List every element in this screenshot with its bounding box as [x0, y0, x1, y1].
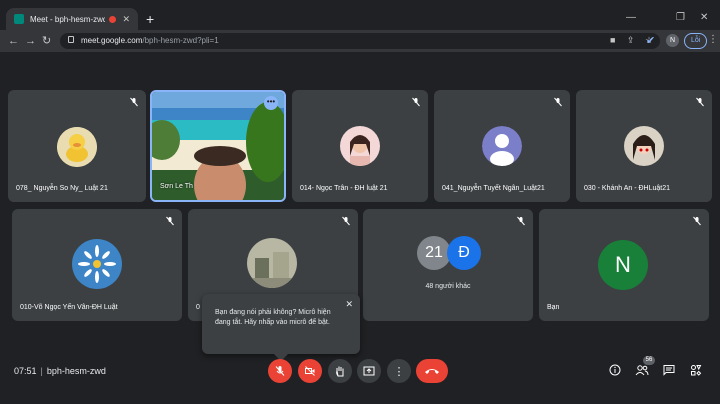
close-tab-icon[interactable]: ✕	[122, 14, 130, 25]
info-icon	[609, 364, 621, 376]
self-tile[interactable]: N Bạn	[539, 209, 709, 321]
activities-button[interactable]	[688, 362, 704, 378]
camera-in-use-icon[interactable]: ■	[610, 35, 615, 45]
end-call-icon	[425, 369, 439, 374]
raise-hand-button[interactable]	[328, 359, 352, 383]
restore-window-icon[interactable]: ❐	[676, 12, 685, 23]
mic-off-icon	[517, 216, 525, 226]
participant-name: 078_ Nguyễn So Ny_ Luật 21	[16, 185, 108, 192]
participant-name: 030 - Khánh An - ĐHLuật21	[584, 185, 671, 192]
participant-avatar	[340, 126, 380, 166]
recording-dot-icon	[109, 15, 117, 23]
participant-tile[interactable]: 041_Nguyễn Tuyết Ngân_Luật21	[434, 90, 570, 202]
extension-icon[interactable]: ✔	[646, 34, 655, 48]
meeting-separator: |	[40, 366, 43, 376]
chat-icon	[663, 365, 675, 376]
participant-name: 041_Nguyễn Tuyết Ngân_Luật21	[442, 185, 545, 192]
meeting-details-button[interactable]	[607, 362, 623, 378]
participant-tile[interactable]: 010-Võ Ngọc Yến Vân-ĐH Luật	[12, 209, 182, 321]
participant-name: 014- Ngọc Trân - ĐH luật 21	[300, 185, 388, 192]
mic-off-icon	[412, 97, 420, 107]
participant-name: Bạn	[547, 304, 560, 311]
mic-off-icon	[275, 366, 285, 376]
camera-off-icon	[305, 366, 315, 376]
reload-icon[interactable]: ↻	[42, 34, 51, 48]
participant-tile[interactable]: 014- Ngọc Trân - ĐH luật 21	[292, 90, 428, 202]
share-icon[interactable]: ⇪	[627, 35, 635, 46]
participant-avatar	[624, 126, 664, 166]
close-window-icon[interactable]: ✕	[700, 12, 708, 23]
people-icon	[635, 365, 649, 376]
browser-tab-strip: Meet - bph-hesm-zwd ✕ + — ❐ ✕	[0, 0, 720, 30]
toast-message: Bạn đang nói phải không? Micrô hiện đang…	[215, 309, 331, 326]
participant-tile[interactable]: 030 - Khánh An - ĐHLuật21	[576, 90, 712, 202]
participant-tile[interactable]: 078_ Nguyễn So Ny_ Luật 21	[8, 90, 146, 202]
others-letter-avatar: Đ	[447, 236, 481, 270]
participant-tile-speaking[interactable]: ••• Sơn Le Th	[150, 90, 286, 202]
back-arrow-icon[interactable]: ←	[8, 34, 19, 48]
browser-toolbar: ← → ↻ meet.google.com/bph-hesm-zwd?pli=1…	[0, 30, 720, 52]
meet-favicon-icon	[14, 14, 24, 24]
more-options-icon[interactable]: •••	[264, 96, 278, 110]
chat-button[interactable]	[661, 362, 677, 378]
mic-off-icon	[342, 216, 350, 226]
default-person-icon	[482, 126, 522, 166]
url-text: meet.google.com/bph-hesm-zwd?pli=1	[81, 36, 219, 45]
meeting-time: 07:51	[14, 366, 37, 376]
new-tab-button[interactable]: +	[146, 12, 154, 26]
profile-photo-icon	[624, 126, 664, 166]
address-bar[interactable]: meet.google.com/bph-hesm-zwd?pli=1 ■ ⇪ ☆	[60, 33, 660, 49]
leave-call-button[interactable]	[416, 359, 448, 383]
duck-image-icon	[57, 127, 97, 167]
browser-menu-icon[interactable]: ⋮	[708, 34, 718, 45]
flower-image-icon	[72, 239, 122, 289]
mic-off-icon	[696, 97, 704, 107]
meeting-code: bph-hesm-zwd	[46, 366, 106, 376]
participant-avatar	[247, 238, 297, 288]
close-toast-icon[interactable]: ✕	[345, 299, 353, 309]
forward-arrow-icon[interactable]: →	[25, 34, 36, 48]
url-host: meet.google.com	[81, 36, 143, 45]
mic-toggle-button[interactable]	[268, 359, 292, 383]
participant-name: 0	[196, 304, 200, 311]
browser-tab[interactable]: Meet - bph-hesm-zwd ✕	[6, 8, 138, 30]
participant-name: 010-Võ Ngọc Yến Vân-ĐH Luật	[20, 304, 118, 311]
participant-avatar	[57, 127, 97, 167]
others-count-label: 48 người khác	[425, 283, 471, 290]
mic-off-icon	[554, 97, 562, 107]
more-vert-icon: ⋮	[393, 365, 405, 378]
people-count-badge: 56	[643, 356, 655, 365]
others-count-avatar: 21	[417, 236, 451, 270]
participant-name: Sơn Le Th	[160, 183, 193, 190]
camera-toggle-button[interactable]	[298, 359, 322, 383]
profile-photo-icon	[340, 126, 380, 166]
present-screen-icon	[363, 366, 375, 376]
lock-icon	[68, 36, 74, 43]
hand-icon	[336, 366, 344, 377]
mic-off-icon	[693, 216, 701, 226]
participant-avatar	[482, 126, 522, 166]
error-button[interactable]: Lỗi	[684, 33, 708, 49]
meeting-info: 07:51 | bph-hesm-zwd	[14, 366, 106, 376]
meeting-controls-bar: 07:51 | bph-hesm-zwd ⋮ 56	[0, 352, 720, 404]
profile-photo-icon	[247, 238, 297, 288]
mic-off-icon	[130, 97, 138, 107]
mic-off-icon	[166, 216, 174, 226]
minimize-window-icon[interactable]: —	[626, 12, 636, 23]
self-avatar: N	[598, 240, 648, 290]
present-screen-button[interactable]	[357, 359, 381, 383]
tab-title: Meet - bph-hesm-zwd	[30, 14, 106, 24]
mic-muted-toast: Bạn đang nói phải không? Micrô hiện đang…	[202, 294, 360, 362]
activities-icon	[691, 365, 702, 376]
others-tile[interactable]: 21 Đ 48 người khác	[363, 209, 533, 321]
profile-avatar[interactable]: N	[666, 34, 679, 47]
url-path: /bph-hesm-zwd?pli=1	[142, 36, 219, 45]
participant-avatar	[72, 239, 122, 289]
more-options-button[interactable]: ⋮	[387, 359, 411, 383]
